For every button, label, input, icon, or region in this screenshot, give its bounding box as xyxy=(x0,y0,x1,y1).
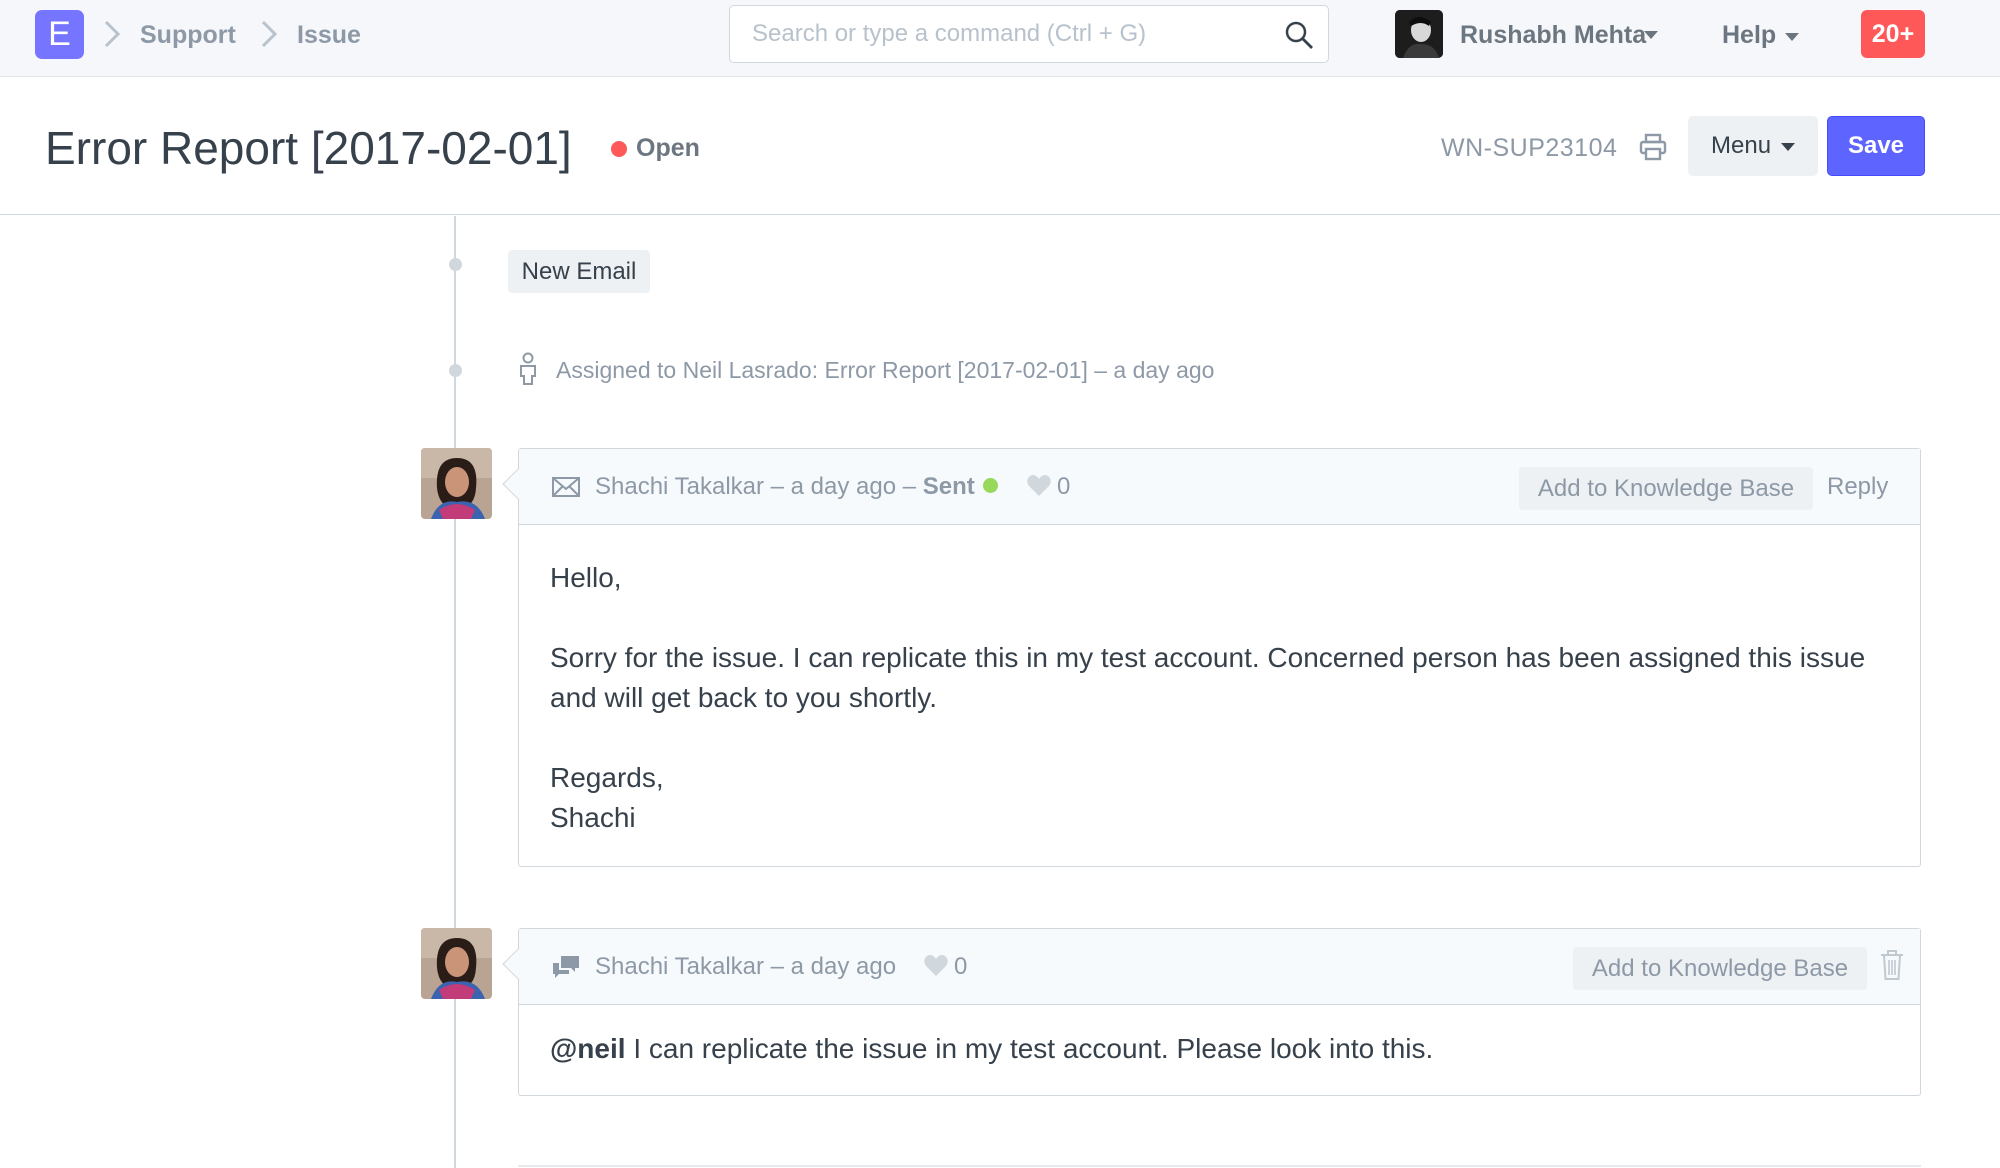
user-avatar-image xyxy=(1395,10,1443,58)
trash-icon[interactable] xyxy=(1879,949,1905,981)
print-icon[interactable] xyxy=(1638,132,1668,162)
envelope-icon xyxy=(552,477,580,497)
next-card-edge xyxy=(518,1165,1921,1167)
timeline-dot xyxy=(449,258,462,271)
heart-icon[interactable] xyxy=(1026,473,1052,499)
user-name[interactable]: Rushabh Mehta xyxy=(1460,20,1646,50)
commenter-avatar xyxy=(421,928,492,999)
reply-link[interactable]: Reply xyxy=(1827,473,1888,501)
timeline-dot xyxy=(449,364,462,377)
comment-sender-time: Shachi Takalkar – a day ago xyxy=(595,953,897,980)
user-assign-icon xyxy=(520,352,536,385)
search-box xyxy=(729,5,1329,63)
new-email-button[interactable]: New Email xyxy=(508,250,650,293)
commenter-avatar-image xyxy=(421,928,492,999)
breadcrumb-support[interactable]: Support xyxy=(140,20,236,50)
navbar: E Support Issue Rushabh Mehta Help 20+ xyxy=(0,0,2000,77)
email-like-count: 0 xyxy=(1057,473,1071,500)
comment-like-count: 0 xyxy=(954,953,968,980)
breadcrumb-issue[interactable]: Issue xyxy=(297,20,361,50)
comment-text: @neil I can replicate the issue in my te… xyxy=(550,1029,1889,1069)
status-label: Open xyxy=(636,134,700,162)
email-meta: Shachi Takalkar – a day ago – Sent xyxy=(595,473,998,501)
heart-icon[interactable] xyxy=(923,953,949,979)
caret-down-icon[interactable] xyxy=(1644,31,1658,39)
document-id: WN-SUP23104 xyxy=(1441,134,1618,162)
comments-icon xyxy=(553,956,579,978)
comment-body: @neil I can replicate the issue in my te… xyxy=(519,1005,1920,1095)
caret-down-icon[interactable] xyxy=(1785,33,1799,41)
menu-button-label: Menu xyxy=(1711,132,1772,159)
comment-card-header: Shachi Takalkar – a day ago 0 Add to Kno… xyxy=(519,929,1920,1005)
notifications-badge[interactable]: 20+ xyxy=(1861,10,1925,58)
search-icon[interactable] xyxy=(1284,20,1314,50)
comment-card: Shachi Takalkar – a day ago 0 Add to Kno… xyxy=(502,928,1921,1096)
search-input[interactable] xyxy=(730,6,1270,62)
app-logo[interactable]: E xyxy=(35,10,84,59)
sender-avatar xyxy=(421,448,492,519)
email-body: Hello, Sorry for the issue. I can replic… xyxy=(519,525,1920,866)
save-button[interactable]: Save xyxy=(1827,116,1925,176)
email-paragraph: Sorry for the issue. I can replicate thi… xyxy=(550,642,1866,713)
menu-button[interactable]: Menu xyxy=(1688,116,1818,176)
sent-indicator xyxy=(982,478,998,493)
add-to-knowledge-base-button[interactable]: Add to Knowledge Base xyxy=(1519,467,1813,510)
timeline-line xyxy=(454,216,456,1168)
email-signature: Shachi xyxy=(550,802,636,833)
comment-message: I can replicate the issue in my test acc… xyxy=(625,1033,1434,1064)
email-greeting: Hello, xyxy=(550,562,622,593)
help-menu[interactable]: Help xyxy=(1722,20,1776,50)
add-to-knowledge-base-button[interactable]: Add to Knowledge Base xyxy=(1573,947,1867,990)
sender-avatar-image xyxy=(421,448,492,519)
caret-down-icon xyxy=(1781,143,1795,151)
chevron-right-icon xyxy=(261,20,278,48)
page-head: Error Report [2017-02-01] Open WN-SUP231… xyxy=(0,78,2000,215)
email-sent-status: Sent xyxy=(922,473,975,500)
email-regards: Regards, xyxy=(550,762,664,793)
email-card-header: Shachi Takalkar – a day ago – Sent 0 Add… xyxy=(519,449,1920,525)
user-avatar[interactable] xyxy=(1395,10,1443,58)
status-indicator xyxy=(611,141,627,157)
email-card: Shachi Takalkar – a day ago – Sent 0 Add… xyxy=(502,448,1921,867)
assignment-activity: Assigned to Neil Lasrado: Error Report [… xyxy=(556,357,1215,383)
email-sender-time: Shachi Takalkar – a day ago – xyxy=(595,473,923,500)
page-title: Error Report [2017-02-01] xyxy=(45,122,572,174)
chevron-right-icon xyxy=(104,20,121,48)
mention-link[interactable]: @neil xyxy=(550,1033,626,1064)
